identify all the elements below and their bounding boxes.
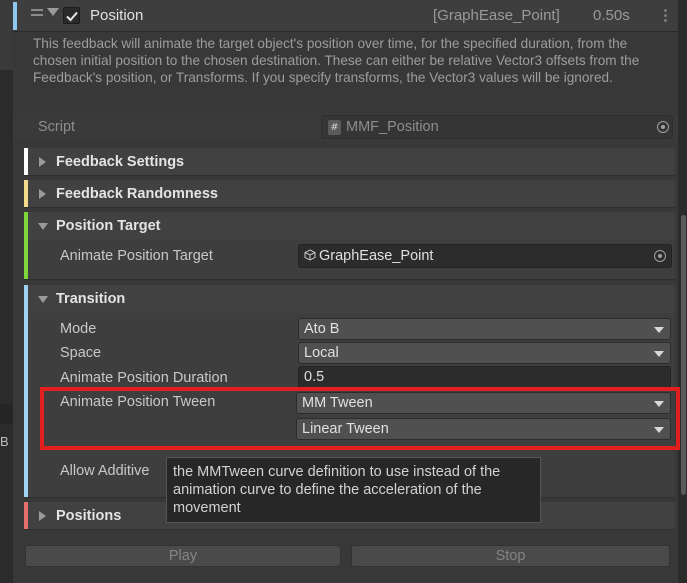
foldout-arrow-icon[interactable] <box>47 8 59 16</box>
section-feedback-settings[interactable]: Feedback Settings <box>24 148 675 176</box>
section-header-position-target[interactable]: Position Target <box>28 212 675 240</box>
foldout-closed-icon[interactable] <box>39 189 46 199</box>
section-color-bar <box>24 502 28 529</box>
kebab-menu-icon[interactable] <box>664 9 667 24</box>
feedback-target-label: [GraphEase_Point] <box>433 7 560 24</box>
mode-label: Mode <box>60 321 97 337</box>
play-button[interactable]: Play <box>25 545 341 567</box>
gameobject-cube-icon <box>304 249 316 261</box>
space-label: Space <box>60 345 102 361</box>
section-position-target: Position Target Animate Position Target … <box>24 212 675 280</box>
section-title: Feedback Randomness <box>56 186 218 202</box>
feedback-description: This feedback will animate the target ob… <box>33 36 640 85</box>
script-row: Script # MMF_Position <box>13 113 678 141</box>
chevron-down-icon <box>654 351 664 357</box>
mode-value: Ato B <box>304 321 340 337</box>
animate-position-target-value: GraphEase_Point <box>319 248 434 264</box>
hash-script-icon: # <box>328 120 341 135</box>
drag-handle-icon[interactable] <box>31 9 43 21</box>
section-header-transition[interactable]: Transition <box>28 285 675 313</box>
foldout-closed-icon[interactable] <box>39 511 46 521</box>
section-title: Feedback Settings <box>56 154 185 170</box>
feedback-header[interactable]: Position [GraphEase_Point] 0.50s <box>13 0 678 32</box>
section-title: Positions <box>56 508 122 524</box>
animate-position-duration-value: 0.5 <box>304 369 325 385</box>
animate-position-target-label: Animate Position Target <box>60 248 213 264</box>
stop-button[interactable]: Stop <box>351 545 670 567</box>
mode-dropdown[interactable]: Ato B <box>298 318 671 340</box>
section-color-bar <box>24 285 28 497</box>
animate-position-duration-field[interactable]: 0.5 <box>298 366 671 389</box>
feedback-color-accent <box>13 2 17 30</box>
section-color-bar <box>24 180 28 207</box>
allow-additive-label: Allow Additive <box>60 463 150 479</box>
foldout-open-icon[interactable] <box>38 296 48 303</box>
space-value: Local <box>304 345 339 361</box>
background-panel-segment <box>0 0 13 70</box>
object-picker-icon[interactable] <box>657 121 669 133</box>
background-panel-segment <box>0 404 13 424</box>
background-edge-text: B <box>0 434 9 449</box>
object-picker-icon[interactable] <box>654 250 666 262</box>
section-title: Position Target <box>56 218 161 234</box>
space-dropdown[interactable]: Local <box>298 342 671 364</box>
foldout-open-icon[interactable] <box>38 223 48 230</box>
feedback-duration-label: 0.50s <box>593 7 630 24</box>
script-value: MMF_Position <box>346 119 439 135</box>
chevron-down-icon <box>654 327 664 333</box>
section-feedback-randomness[interactable]: Feedback Randomness <box>24 180 675 208</box>
background-window-edge: B <box>0 0 13 583</box>
highlight-box <box>40 387 680 450</box>
script-field[interactable]: # MMF_Position <box>321 115 673 139</box>
scrollbar-thumb[interactable] <box>681 215 686 495</box>
script-label: Script <box>38 119 76 135</box>
feedback-title: Position <box>90 7 144 24</box>
feedback-enabled-checkbox[interactable] <box>63 7 80 24</box>
section-title: Transition <box>56 291 126 307</box>
animate-position-duration-label: Animate Position Duration <box>60 370 228 386</box>
animate-position-target-field[interactable]: GraphEase_Point <box>298 244 672 268</box>
section-color-bar <box>24 148 28 175</box>
foldout-closed-icon[interactable] <box>39 157 46 167</box>
tween-tooltip: the MMTween curve definition to use inst… <box>166 457 541 523</box>
